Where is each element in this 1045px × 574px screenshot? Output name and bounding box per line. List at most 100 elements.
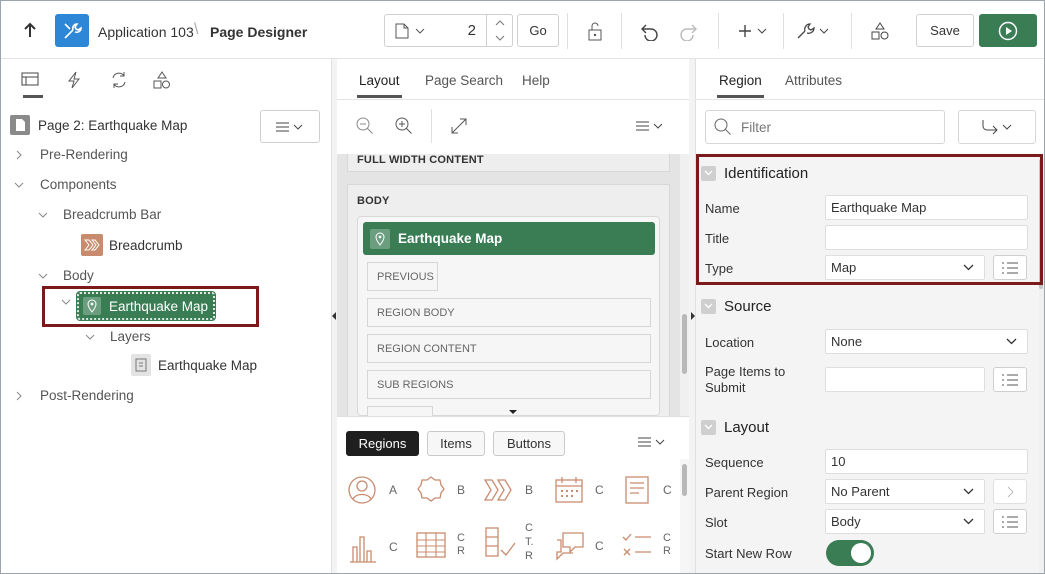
collapse-icon (701, 298, 716, 314)
chevron-right-icon (16, 150, 22, 159)
rendering-tab-icon[interactable] (21, 71, 45, 91)
canvas-scrollbar[interactable] (680, 154, 689, 416)
tree-node-layer-earthquake-map[interactable]: Earthquake Map (131, 354, 257, 376)
canvas-region-earthquake-map[interactable]: Earthquake Map (363, 222, 655, 255)
slot-label: Slot (705, 515, 728, 530)
gallery-item-breadcrumb[interactable]: B (483, 474, 533, 506)
body-label: BODY (357, 195, 390, 207)
zoom-in-icon[interactable] (394, 116, 414, 136)
add-menu-icon[interactable] (736, 19, 772, 43)
tree-node-post-rendering[interactable]: Post-Rendering (14, 388, 134, 403)
app-icon[interactable] (55, 14, 89, 47)
section-source-header[interactable]: Source (701, 292, 1039, 320)
gallery-item-calendar[interactable]: C (553, 474, 604, 506)
go-button[interactable]: Go (517, 14, 559, 47)
gallery-item-chart[interactable]: C (347, 529, 398, 565)
gallery-item-badge[interactable]: B (415, 474, 465, 506)
tab-help[interactable]: Help (522, 73, 550, 88)
right-splitter[interactable] (689, 59, 696, 573)
slot-sub-regions[interactable]: SUB REGIONS (367, 370, 651, 399)
tree-node-breadcrumb[interactable]: Breadcrumb (81, 234, 183, 256)
page-selector[interactable]: 2 (384, 14, 513, 47)
utilities-wrench-icon[interactable] (796, 19, 832, 43)
tree-node-earthquake-map-selected[interactable]: Earthquake Map (76, 291, 216, 321)
tree-label: Layers (110, 329, 151, 344)
card-icon (625, 476, 649, 504)
redo-icon[interactable] (676, 19, 700, 43)
type-label: Type (705, 261, 734, 276)
up-arrow-icon[interactable] (19, 19, 41, 41)
tree-node-layers[interactable]: Layers (85, 329, 151, 344)
gallery-item-card[interactable]: C (623, 474, 672, 506)
tab-region[interactable]: Region (717, 73, 764, 98)
chevron-down-icon (963, 518, 974, 525)
app-name-link[interactable]: Application 103 (98, 24, 194, 40)
parent-region-goto-button[interactable] (993, 479, 1027, 504)
tree-menu-button[interactable] (260, 110, 320, 143)
search-icon (714, 118, 731, 135)
filter-input[interactable]: Filter (705, 110, 945, 144)
zoom-out-icon[interactable] (355, 116, 375, 136)
page-number-input[interactable]: 2 (468, 22, 476, 39)
property-editor-panel: Region Attributes Filter Identification … (696, 59, 1044, 573)
slot-next[interactable] (367, 406, 433, 416)
scroll-down-icon[interactable] (508, 409, 518, 415)
property-scrollbar[interactable] (1039, 157, 1044, 573)
tab-layout[interactable]: Layout (357, 73, 402, 98)
tree-node-components[interactable]: Components (14, 177, 117, 192)
layout-menu-icon[interactable] (635, 120, 665, 132)
section-layout-header[interactable]: Layout (701, 413, 1039, 441)
section-identification-header[interactable]: Identification (701, 159, 1039, 187)
tree-label: Body (63, 268, 94, 283)
shared-components-tab-icon[interactable] (153, 71, 173, 91)
expand-icon[interactable] (450, 117, 468, 135)
gallery-tab-regions[interactable]: Regions (346, 431, 419, 456)
go-to-group-button[interactable] (958, 110, 1036, 144)
page-items-list-button[interactable] (993, 367, 1027, 392)
slot-previous[interactable]: PREVIOUS (367, 262, 438, 291)
slot-select[interactable]: Body (825, 509, 985, 534)
location-select[interactable]: None (825, 329, 1028, 354)
type-list-button[interactable] (993, 255, 1027, 280)
layout-panel: Layout Page Search Help FULL WIDTH CONTE… (337, 59, 689, 573)
parent-region-select[interactable]: No Parent (825, 479, 985, 504)
start-new-row-toggle[interactable] (826, 540, 874, 566)
gallery-menu-icon[interactable] (637, 436, 667, 448)
title-field[interactable] (825, 225, 1028, 250)
gallery-scrollbar[interactable] (680, 459, 689, 573)
type-select[interactable]: Map (825, 255, 985, 280)
tree-node-body[interactable]: Body (38, 268, 94, 283)
shared-components-icon[interactable] (868, 19, 892, 43)
gallery-item-label: B (457, 483, 466, 497)
save-button[interactable]: Save (916, 14, 974, 47)
tab-attributes[interactable]: Attributes (785, 73, 842, 88)
badge-icon (417, 476, 445, 502)
gallery-item-column-toggle-report[interactable]: C T. R (483, 521, 534, 563)
calendar-icon (555, 477, 583, 503)
gallery-item-comments[interactable]: C (553, 529, 604, 563)
page-title[interactable]: Page 2: Earthquake Map (38, 118, 187, 133)
run-page-button[interactable] (979, 14, 1037, 47)
slot-region-body[interactable]: REGION BODY (367, 298, 651, 327)
breadcrumb-icon (483, 479, 512, 501)
processing-tab-icon[interactable] (110, 71, 130, 91)
gallery-item-checklist[interactable]: C R (621, 529, 671, 561)
gallery-tab-items[interactable]: Items (427, 431, 485, 456)
layout-canvas[interactable]: FULL WIDTH CONTENT BODY Earthquake Map P… (337, 154, 680, 416)
tree-node-breadcrumb-bar[interactable]: Breadcrumb Bar (38, 207, 161, 222)
gallery-tab-buttons[interactable]: Buttons (493, 431, 565, 456)
sequence-field[interactable]: 10 (825, 449, 1028, 474)
name-field[interactable]: Earthquake Map (825, 195, 1028, 220)
tree-label: Pre-Rendering (40, 147, 128, 162)
gallery-item-avatar[interactable]: A (347, 474, 397, 506)
tab-page-search[interactable]: Page Search (425, 73, 503, 88)
page-items-field[interactable] (825, 367, 985, 392)
tree-node-pre-rendering[interactable]: Pre-Rendering (14, 147, 128, 162)
undo-icon[interactable] (638, 19, 662, 43)
unlock-icon[interactable] (583, 19, 607, 43)
slot-region-content[interactable]: REGION CONTENT (367, 334, 651, 363)
gallery-item-classic-report[interactable]: C R (415, 529, 465, 561)
slot-list-button[interactable] (993, 509, 1027, 534)
page-stepper[interactable] (486, 15, 512, 46)
dynamic-actions-tab-icon[interactable] (67, 71, 87, 91)
